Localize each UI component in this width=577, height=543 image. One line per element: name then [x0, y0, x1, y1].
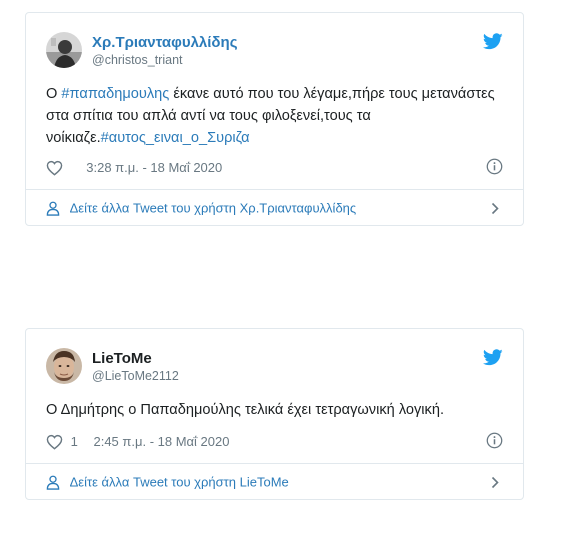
heart-icon[interactable] — [46, 160, 63, 176]
heart-icon[interactable] — [46, 434, 63, 450]
chevron-right-icon — [491, 202, 499, 215]
chevron-right-icon — [491, 476, 499, 489]
more-tweets-label[interactable]: Δείτε άλλα Tweet του χρήστη Χρ.Τριανταφυ… — [70, 201, 357, 216]
divider — [26, 463, 523, 464]
info-icon[interactable] — [486, 158, 503, 175]
more-tweets-link[interactable]: Δείτε άλλα Tweet του χρήστη Χρ.Τριανταφυ… — [46, 198, 503, 218]
author: LieToMe @LieToMe2112 — [92, 350, 179, 384]
more-tweets-link[interactable]: Δείτε άλλα Tweet του χρήστη LieToMe — [46, 472, 503, 492]
person-icon — [46, 201, 60, 216]
timestamp-link[interactable]: 2:45 π.μ. - 18 Μαΐ 2020 — [93, 432, 229, 452]
tweet-meta: 1 2:45 π.μ. - 18 Μαΐ 2020 — [46, 431, 503, 451]
avatar-image — [46, 32, 82, 68]
person-icon — [46, 475, 60, 490]
handle[interactable]: @christos_triant — [92, 52, 238, 68]
avatar-image — [46, 348, 82, 384]
twitter-bird-icon[interactable] — [483, 33, 503, 50]
divider — [26, 189, 523, 190]
twitter-bird-icon[interactable] — [483, 349, 503, 366]
display-name[interactable]: LieToMe — [92, 350, 179, 368]
tweet-card: LieToMe @LieToMe2112 Ο Δημήτρης ο Παπαδη… — [25, 328, 524, 500]
tweet-text: Ο #παπαδημουλης έκανε αυτό που του λέγαμ… — [46, 83, 507, 149]
avatar[interactable] — [46, 348, 82, 384]
avatar[interactable] — [46, 32, 82, 68]
more-tweets-label[interactable]: Δείτε άλλα Tweet του χρήστη LieToMe — [70, 475, 289, 490]
display-name[interactable]: Χρ.Τριανταφυλλίδης — [92, 34, 238, 52]
like-count: 1 — [70, 433, 78, 449]
author: Χρ.Τριανταφυλλίδης @christos_triant — [92, 34, 238, 68]
handle[interactable]: @LieToMe2112 — [92, 368, 179, 384]
hashtag-link[interactable]: #αυτος_ειναι_ο_Συριζα — [101, 130, 250, 146]
tweet-meta: 3:28 π.μ. - 18 Μαΐ 2020 — [46, 157, 503, 177]
tweet-card: Χρ.Τριανταφυλλίδης @christos_triant Ο #π… — [25, 12, 524, 226]
timestamp-link[interactable]: 3:28 π.μ. - 18 Μαΐ 2020 — [86, 158, 222, 178]
tweet-text: Ο Δημήτρης ο Παπαδημούλης τελικά έχει τε… — [46, 402, 445, 418]
hashtag-link[interactable]: #παπαδημουλης — [61, 86, 169, 102]
info-icon[interactable] — [486, 432, 503, 449]
tweet-text-part: Ο — [46, 86, 62, 102]
